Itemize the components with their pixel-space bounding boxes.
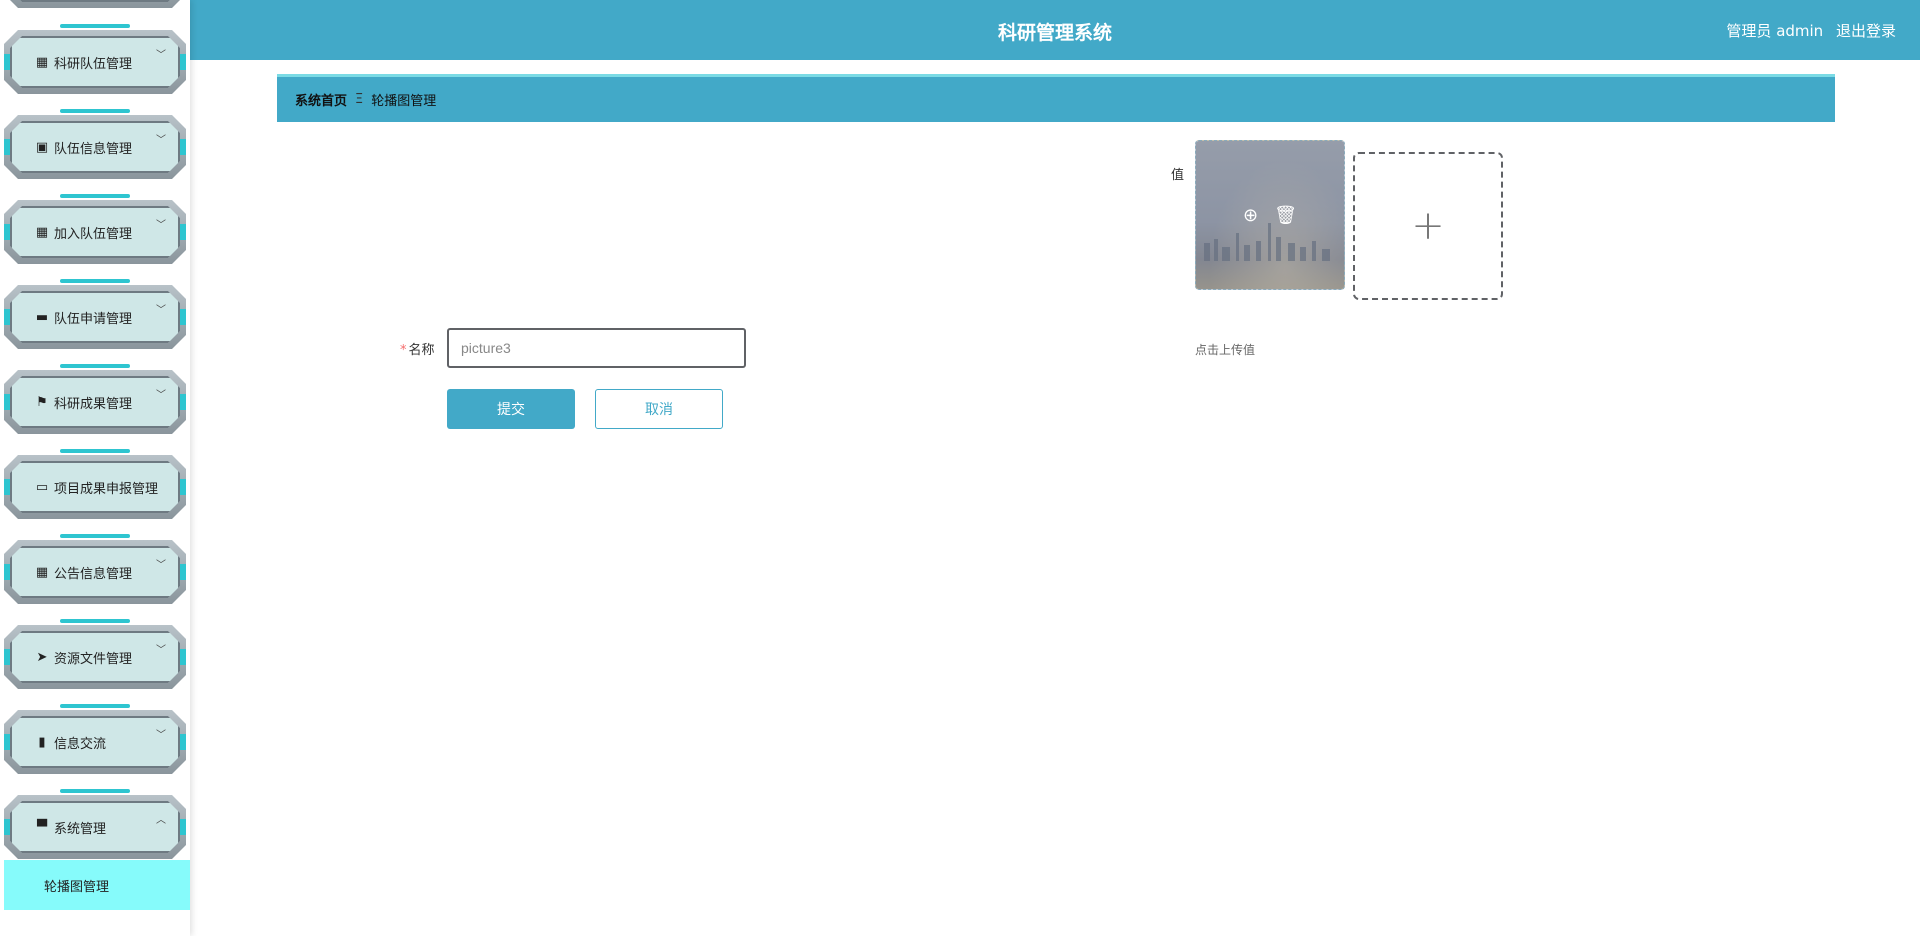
chevron-down-icon: ﹀ [156,390,166,401]
breadcrumb-home[interactable]: 系统首页 [295,90,347,109]
sidebar-item-team-info[interactable]: ▣ 队伍信息管理 ﹀ [4,109,186,179]
sidebar-item-project-report[interactable]: ▭ 项目成果申报管理 [4,449,186,519]
logout-link[interactable]: 退出登录 [1836,22,1896,40]
sidebar-item-resource-files[interactable]: ➤ 资源文件管理 ﹀ [4,619,186,689]
sidebar-item-label: 公告信息管理 [54,566,133,582]
value-label: 值 [1171,168,1185,183]
sidebar-item-label: 科研队伍管理 [54,56,133,72]
sidebar-item-label: 科研成果管理 [54,396,133,412]
sidebar-item-label: 队伍信息管理 [54,141,133,157]
sidebar-item-communication[interactable]: ▮ 信息交流 ﹀ [4,704,186,774]
sidebar-item-label: 信息交流 [54,736,107,752]
sidebar-item-label: 队伍申请管理 [54,311,133,327]
chevron-down-icon: ﹀ [156,220,166,231]
sidebar-item-announcements[interactable]: ▦ 公告信息管理 ﹀ [4,534,186,604]
monitor-icon: ▭ [35,479,49,495]
name-label: * 名称 [400,343,435,358]
grid-icon: ▦ [35,564,49,580]
chevron-down-icon: ﹀ [156,50,166,61]
submit-button[interactable]: 提交 [447,389,575,429]
sidebar-subitem-carousel[interactable]: 轮播图管理 [4,860,190,910]
sidebar-item-partial [4,0,186,8]
app-title: 科研管理系统 [997,22,1112,44]
breadcrumb-separator-icon: Ξ [355,92,364,107]
uploaded-image-thumbnail[interactable]: ⊕ 🗑 [1195,140,1345,290]
breadcrumb-current: 轮播图管理 [371,94,437,109]
plus-icon: + [1411,203,1445,249]
book-icon: ▮ [38,734,46,750]
chevron-down-icon: ﹀ [156,305,166,316]
sidebar: ▦ 科研队伍管理 ﹀ ▣ 队伍信息管理 ﹀ ▦ 加入队伍管理 ﹀ ▬ 队伍申请管理 ﹀ … [0,0,190,936]
upload-button[interactable]: + [1353,152,1503,300]
sidebar-item-label: 资源文件管理 [54,651,133,667]
flag-icon: ⚑ [36,394,48,410]
delete-icon[interactable]: 🗑 [1274,205,1297,226]
inbox-icon: ▬ [35,309,49,325]
sidebar-item-label: 系统管理 [54,821,107,837]
send-icon: ➤ [36,649,48,665]
sidebar-item-system[interactable]: ▀ 系统管理 ︿ [4,789,186,859]
cancel-button[interactable]: 取消 [595,389,723,429]
sidebar-item-label: 加入队伍管理 [54,226,133,242]
user-area: 管理员 admin 退出登录 [1718,20,1896,41]
top-header: 科研管理系统 管理员 admin 退出登录 [190,0,1920,60]
sidebar-item-research-results[interactable]: ⚑ 科研成果管理 ﹀ [4,364,186,434]
chevron-down-icon: ﹀ [156,730,166,741]
sidebar-item-label: 项目成果申报管理 [54,481,159,497]
grid-icon: ▦ [35,54,49,70]
sidebar-item-join-team[interactable]: ▦ 加入队伍管理 ﹀ [4,194,186,264]
thumbnail-actions: ⊕ 🗑 [1196,141,1344,289]
user-name: 管理员 admin [1726,22,1824,40]
grid-icon: ▦ [35,224,49,240]
sidebar-item-team-apply[interactable]: ▬ 队伍申请管理 ﹀ [4,279,186,349]
name-input[interactable] [447,328,746,368]
chevron-down-icon: ﹀ [156,135,166,146]
chevron-up-icon: ︿ [156,815,166,826]
chevron-down-icon: ﹀ [156,560,166,571]
brush-icon: ▀ [37,819,47,835]
clipboard-icon: ▣ [35,139,49,155]
chevron-down-icon: ﹀ [156,645,166,656]
sidebar-item-research-team[interactable]: ▦ 科研队伍管理 ﹀ [4,24,186,94]
upload-tip: 点击上传值 [1195,343,1256,357]
zoom-in-icon[interactable]: ⊕ [1243,205,1258,226]
breadcrumb: 系统首页 Ξ 轮播图管理 [277,74,1835,122]
